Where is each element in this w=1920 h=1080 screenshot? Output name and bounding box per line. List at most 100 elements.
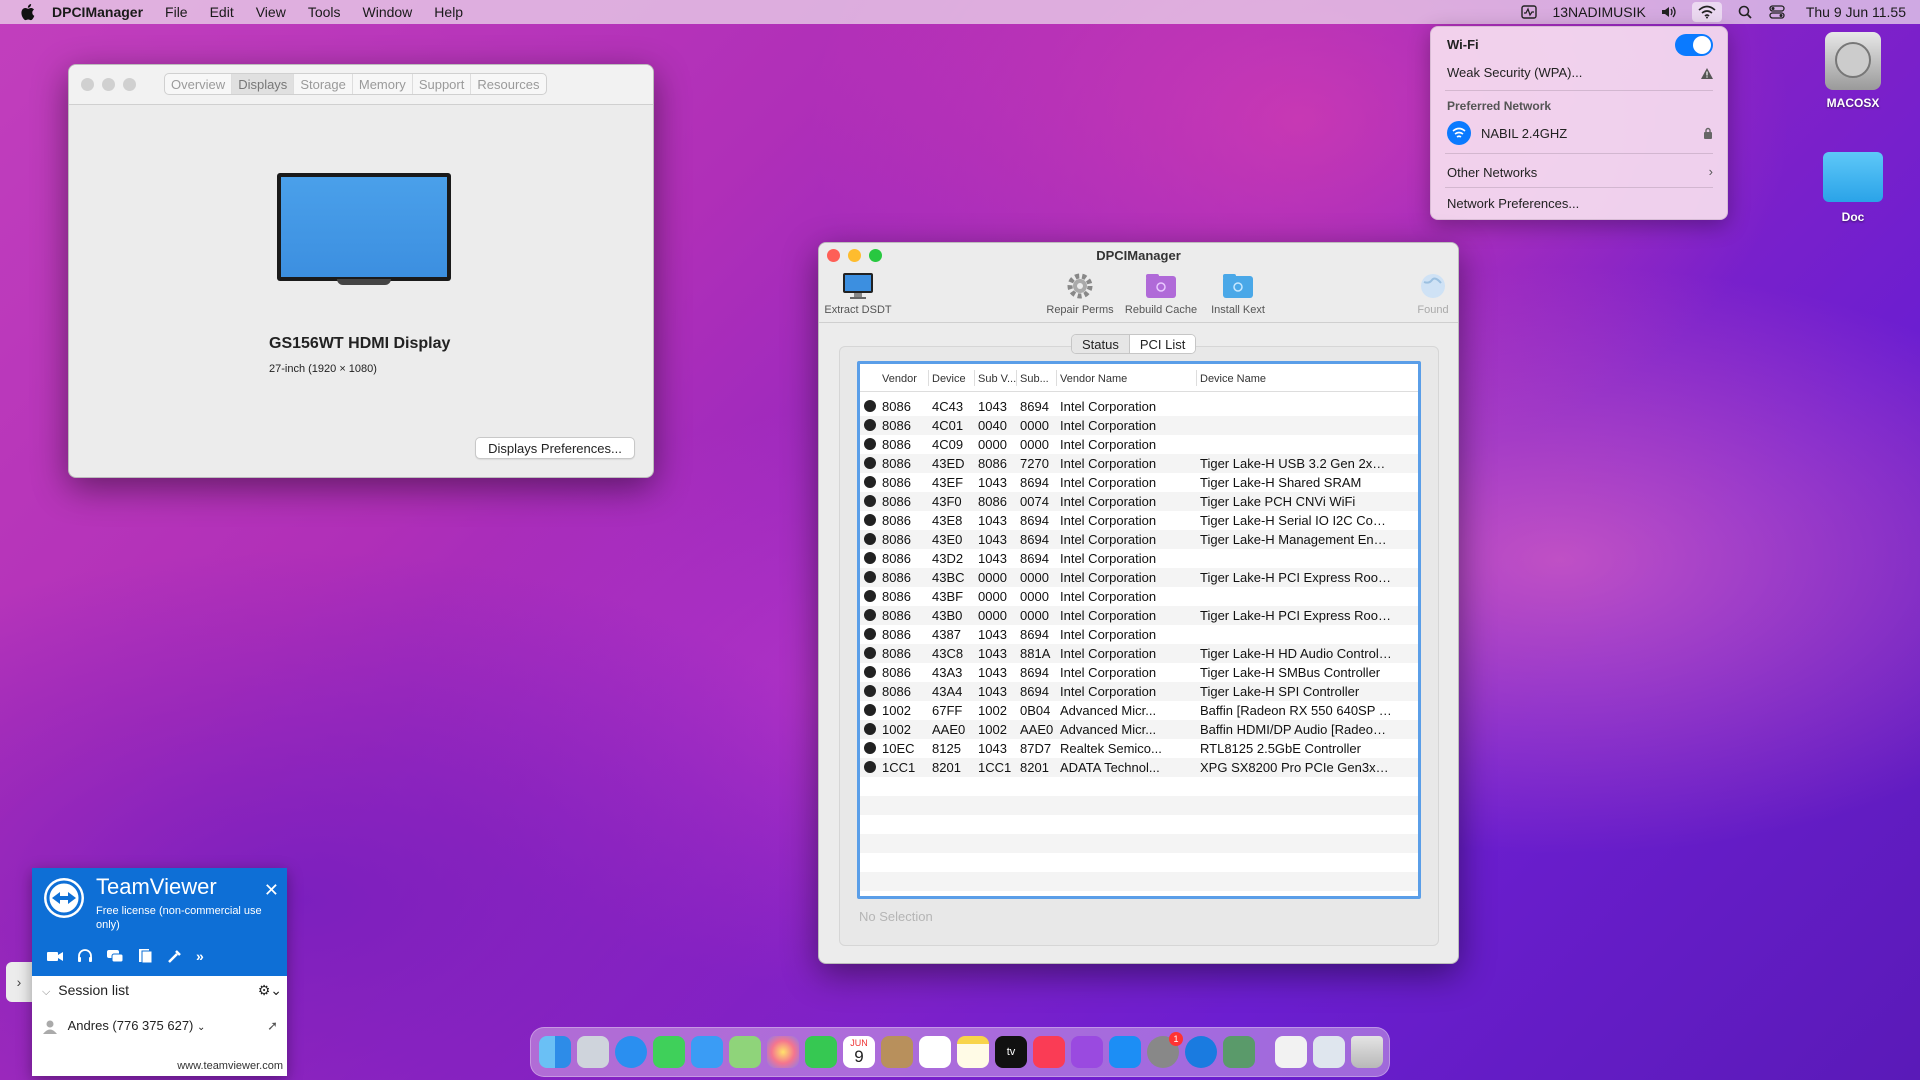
pci-device-table[interactable]: Vendor Device Sub V... Sub... Vendor Nam… xyxy=(857,361,1421,899)
table-row[interactable]: 1CC1 8201 1CC1 8201 ADATA Technol... XPG SX82… xyxy=(860,758,1418,777)
tab-displays[interactable]: Displays xyxy=(232,74,295,94)
col-vendor-name[interactable]: Vendor Name xyxy=(1060,373,1127,385)
notes-icon[interactable] xyxy=(957,1036,989,1068)
table-row[interactable]: 8086 4387 1043 8694 Intel Corporation xyxy=(860,625,1418,644)
teamviewer-footer-link[interactable]: www.teamviewer.com xyxy=(177,1060,283,1072)
table-row[interactable]: 10EC 8125 1043 87D7 Realtek Semico... RTL8125… xyxy=(860,739,1418,758)
col-sub-device[interactable]: Sub... xyxy=(1020,373,1049,385)
minimize-button[interactable] xyxy=(102,78,115,91)
menu-file[interactable]: File xyxy=(165,4,188,20)
photos-icon[interactable] xyxy=(767,1036,799,1068)
segment-status[interactable]: Status xyxy=(1072,335,1129,353)
segment-pci-list[interactable]: PCI List xyxy=(1128,335,1196,353)
rebuild-cache-button[interactable]: Rebuild Cache xyxy=(1121,271,1201,316)
install-kext-button[interactable]: Install Kext xyxy=(1203,271,1273,316)
activity-monitor-icon[interactable] xyxy=(1520,4,1538,20)
app-store-icon[interactable] xyxy=(1109,1036,1141,1068)
finder-icon[interactable] xyxy=(539,1036,571,1068)
menubar-user[interactable]: 13NADIMUSIK xyxy=(1552,4,1645,20)
trash-icon[interactable] xyxy=(1351,1036,1383,1068)
menu-tools[interactable]: Tools xyxy=(308,4,341,20)
maps-icon[interactable] xyxy=(729,1036,761,1068)
headset-icon[interactable] xyxy=(76,948,94,964)
repair-perms-button[interactable]: Repair Perms xyxy=(1045,271,1115,316)
col-device-name[interactable]: Device Name xyxy=(1200,373,1266,385)
tab-support[interactable]: Support xyxy=(413,74,472,94)
menu-view[interactable]: View xyxy=(256,4,286,20)
tools-icon[interactable] xyxy=(166,948,184,964)
tab-overview[interactable]: Overview xyxy=(165,74,233,94)
table-row[interactable]: 8086 4C01 0040 0000 Intel Corporation xyxy=(860,416,1418,435)
messages-icon[interactable] xyxy=(653,1036,685,1068)
col-vendor[interactable]: Vendor xyxy=(882,373,917,385)
table-row[interactable]: 8086 43E0 1043 8694 Intel Corporation Tiger L… xyxy=(860,530,1418,549)
menubar-clock[interactable]: Thu 9 Jun 11.55 xyxy=(1806,4,1906,20)
volume-icon[interactable] xyxy=(1660,4,1678,20)
wifi-icon[interactable] xyxy=(1691,2,1722,22)
apple-tv-icon[interactable]: tv xyxy=(995,1036,1027,1068)
system-preferences-icon[interactable]: 1 xyxy=(1147,1032,1183,1068)
mail-icon[interactable] xyxy=(691,1036,723,1068)
found-button[interactable]: Found xyxy=(1411,271,1455,316)
table-row[interactable]: 8086 4C09 0000 0000 Intel Corporation xyxy=(860,435,1418,454)
table-row[interactable]: 8086 43E8 1043 8694 Intel Corporation Tiger L… xyxy=(860,511,1418,530)
menu-edit[interactable]: Edit xyxy=(210,4,234,20)
table-row[interactable]: 1002 67FF 1002 0B04 Advanced Micr... Baffin [… xyxy=(860,701,1418,720)
preferred-network-item[interactable]: NABIL 2.4GHZ xyxy=(1447,121,1715,145)
control-center-icon[interactable] xyxy=(1768,4,1786,20)
menu-app-name[interactable]: DPCIManager xyxy=(52,4,143,20)
table-row[interactable]: 8086 43F0 8086 0074 Intel Corporation Tiger L… xyxy=(860,492,1418,511)
table-row[interactable]: 8086 43C8 1043 881A Intel Corporation Tiger L… xyxy=(860,644,1418,663)
dpcimanager-dock-icon[interactable] xyxy=(1223,1036,1255,1068)
document-icon[interactable] xyxy=(1275,1036,1307,1068)
tab-memory[interactable]: Memory xyxy=(353,74,413,94)
close-button[interactable] xyxy=(81,78,94,91)
desktop-disk-macosx[interactable]: MACOSX xyxy=(1808,32,1898,110)
col-device[interactable]: Device xyxy=(932,373,966,385)
teamviewer-expand-tab[interactable]: › xyxy=(6,962,32,1002)
safari-icon[interactable] xyxy=(615,1036,647,1068)
table-row[interactable]: 8086 43A4 1043 8694 Intel Corporation Tiger L… xyxy=(860,682,1418,701)
calendar-icon[interactable]: JUN 9 xyxy=(843,1036,875,1068)
table-row[interactable]: 8086 43BF 0000 0000 Intel Corporation xyxy=(860,587,1418,606)
table-row[interactable]: 8086 43EF 1043 8694 Intel Corporation Tiger L… xyxy=(860,473,1418,492)
session-contact-row[interactable]: Andres (776 375 627) ⌄ ➚ xyxy=(42,1018,282,1034)
video-icon[interactable] xyxy=(46,948,64,964)
chat-icon[interactable] xyxy=(106,948,124,964)
contacts-icon[interactable] xyxy=(881,1036,913,1068)
podcasts-icon[interactable] xyxy=(1071,1036,1103,1068)
files-icon[interactable] xyxy=(136,948,154,964)
apple-menu-icon[interactable] xyxy=(20,3,38,21)
launchpad-icon[interactable] xyxy=(577,1036,609,1068)
col-sub-vendor[interactable]: Sub V... xyxy=(978,373,1016,385)
table-row[interactable]: 8086 43B0 0000 0000 Intel Corporation Tiger L… xyxy=(860,606,1418,625)
other-networks-item[interactable]: Other Networks › xyxy=(1447,164,1715,180)
tab-storage[interactable]: Storage xyxy=(294,74,353,94)
screenshot-folder-icon[interactable] xyxy=(1313,1036,1345,1068)
table-row[interactable]: 8086 43ED 8086 7270 Intel Corporation Tiger L… xyxy=(860,454,1418,473)
music-icon[interactable] xyxy=(1033,1036,1065,1068)
menu-help[interactable]: Help xyxy=(434,4,463,20)
displays-preferences-button[interactable]: Displays Preferences... xyxy=(475,437,635,459)
extract-dsdt-button[interactable]: Extract DSDT xyxy=(823,271,893,316)
teamviewer-dock-icon[interactable] xyxy=(1185,1036,1217,1068)
table-row[interactable]: 8086 43A3 1043 8694 Intel Corporation Tiger L… xyxy=(860,663,1418,682)
reminders-icon[interactable] xyxy=(919,1036,951,1068)
network-preferences-item[interactable]: Network Preferences... xyxy=(1447,196,1715,211)
connect-cursor-icon[interactable]: ➚ xyxy=(267,1018,278,1034)
spotlight-search-icon[interactable] xyxy=(1736,4,1754,20)
table-row[interactable]: 8086 43D2 1043 8694 Intel Corporation xyxy=(860,549,1418,568)
close-icon[interactable]: ✕ xyxy=(264,880,279,901)
facetime-icon[interactable] xyxy=(805,1036,837,1068)
desktop-folder-doc[interactable]: Doc xyxy=(1808,152,1898,224)
menu-window[interactable]: Window xyxy=(363,4,413,20)
table-row[interactable]: 8086 4C43 1043 8694 Intel Corporation xyxy=(860,397,1418,416)
wifi-toggle[interactable] xyxy=(1675,34,1713,56)
settings-gear-icon[interactable]: ⚙⌄ xyxy=(258,982,282,999)
session-list-header[interactable]: ⌵ Session list ⚙⌄ xyxy=(42,982,282,999)
zoom-button[interactable] xyxy=(123,78,136,91)
table-row[interactable]: 1002 AAE0 1002 AAE0 Advanced Micr... Baffin H… xyxy=(860,720,1418,739)
tab-resources[interactable]: Resources xyxy=(471,74,545,94)
wifi-current-network[interactable]: Weak Security (WPA)... xyxy=(1447,65,1715,80)
more-icon[interactable]: » xyxy=(196,948,214,964)
